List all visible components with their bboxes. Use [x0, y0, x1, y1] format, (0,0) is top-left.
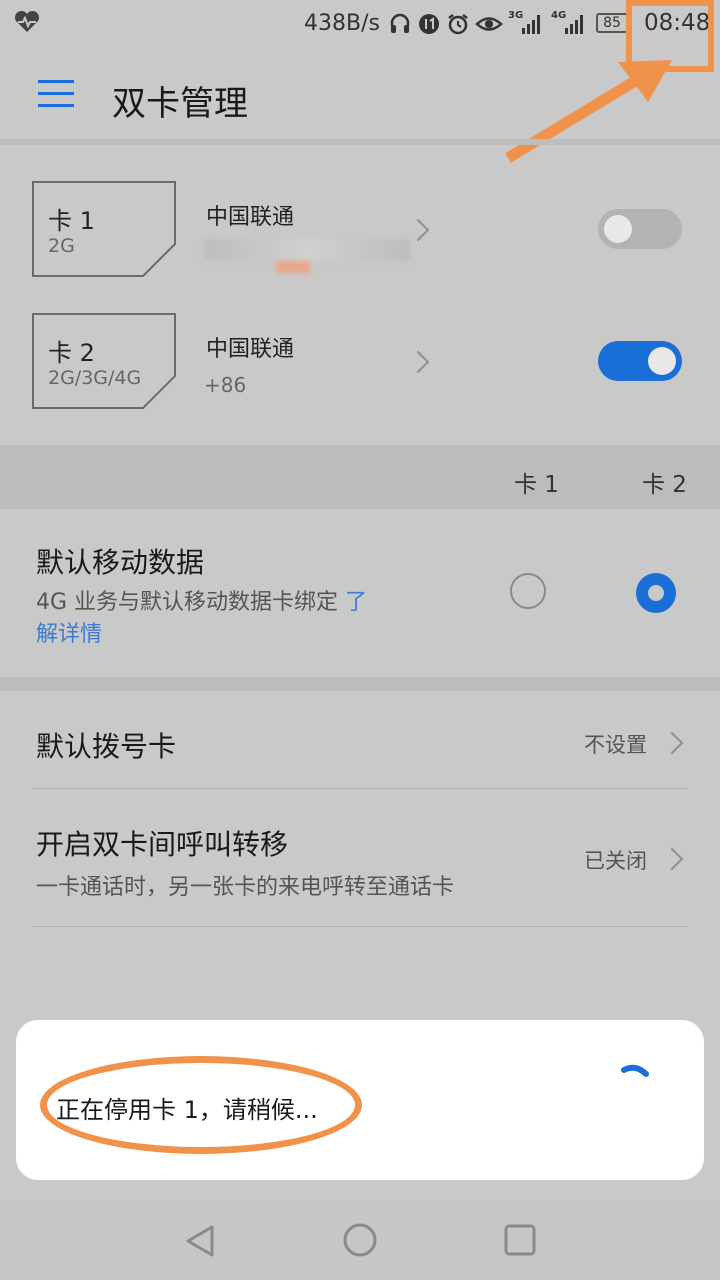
net-speed: 438B/s [304, 11, 380, 36]
default-data-title: 默认移动数据 [36, 546, 205, 579]
data-saver-icon [417, 12, 441, 40]
card2-carrier: 中国联通 [206, 337, 295, 362]
card1-toggle[interactable] [598, 209, 682, 249]
call-forward-row[interactable]: 开启双卡间呼叫转移 一卡通话时，另一张卡的来电呼转至通话卡 已关闭 [0, 789, 720, 926]
default-dial-row[interactable]: 默认拨号卡 不设置 [0, 691, 720, 788]
app-bar: 双卡管理 [0, 50, 720, 142]
card2-number: +86 [204, 373, 247, 397]
learn-more-link-part1[interactable]: 了 [345, 590, 367, 615]
card1-carrier: 中国联通 [206, 205, 295, 230]
heartbeat-icon [14, 10, 40, 38]
card2-type: 2G/3G/4G [48, 367, 142, 389]
signal-4g-icon [563, 12, 587, 40]
default-data-card2-radio[interactable] [636, 573, 676, 613]
card1-row[interactable]: 卡 1 2G 中国联通 [0, 145, 720, 285]
home-icon[interactable] [342, 1222, 378, 1258]
column-card2-label: 卡 2 [642, 472, 687, 498]
card1-number-blurred [204, 239, 410, 261]
call-forward-title: 开启双卡间呼叫转移 [36, 828, 289, 861]
battery-level: 85 [603, 15, 621, 31]
card1-type: 2G [48, 235, 75, 257]
default-data-desc: 4G 业务与默认移动数据卡绑定 了 解详情 [36, 587, 436, 651]
sim-card1-icon: 卡 1 2G [32, 181, 176, 277]
alarm-icon [446, 12, 470, 40]
page-title: 双卡管理 [112, 84, 248, 124]
row-divider [32, 926, 688, 927]
card1-toggle-knob [604, 215, 632, 243]
back-icon[interactable] [184, 1224, 216, 1258]
status-bar: 438B/s 3G 4G 85 08:48 [0, 0, 720, 50]
default-data-row: 默认移动数据 4G 业务与默认移动数据卡绑定 了 解详情 [0, 509, 720, 677]
annotation-ellipse [40, 1056, 362, 1154]
battery-icon: 85 [596, 13, 628, 33]
card-column-header: 卡 1 卡 2 [0, 445, 720, 509]
default-data-desc-text: 4G 业务与默认移动数据卡绑定 [36, 590, 339, 615]
learn-more-link-part2[interactable]: 解详情 [36, 622, 102, 647]
default-dial-value: 不设置 [584, 733, 647, 757]
loading-spinner-icon [621, 1064, 649, 1077]
card1-label: 卡 1 [48, 207, 95, 235]
default-data-card1-radio[interactable] [510, 573, 546, 609]
eye-comfort-icon [475, 13, 503, 39]
card1-number-blurred-mark [276, 261, 310, 273]
card2-toggle-knob [648, 347, 676, 375]
call-forward-desc: 一卡通话时，另一张卡的来电呼转至通话卡 [36, 875, 455, 900]
navigation-bar [0, 1200, 720, 1280]
section-divider [0, 677, 720, 691]
call-forward-value: 已关闭 [584, 849, 647, 873]
card2-label: 卡 2 [48, 339, 95, 367]
recents-icon[interactable] [503, 1223, 537, 1257]
card2-row[interactable]: 卡 2 2G/3G/4G 中国联通 +86 [0, 285, 720, 425]
signal-3g-icon [520, 12, 544, 40]
call-forward-chevron-right-icon [660, 847, 684, 871]
menu-icon[interactable] [38, 80, 74, 108]
card2-toggle[interactable] [598, 341, 682, 381]
sim-card2-icon: 卡 2 2G/3G/4G [32, 313, 176, 409]
default-dial-chevron-right-icon [660, 731, 684, 755]
column-card1-label: 卡 1 [514, 472, 559, 498]
card2-chevron-right-icon[interactable] [406, 350, 430, 374]
card1-chevron-right-icon[interactable] [406, 218, 430, 242]
headset-icon [388, 12, 412, 40]
default-dial-title: 默认拨号卡 [36, 730, 177, 763]
